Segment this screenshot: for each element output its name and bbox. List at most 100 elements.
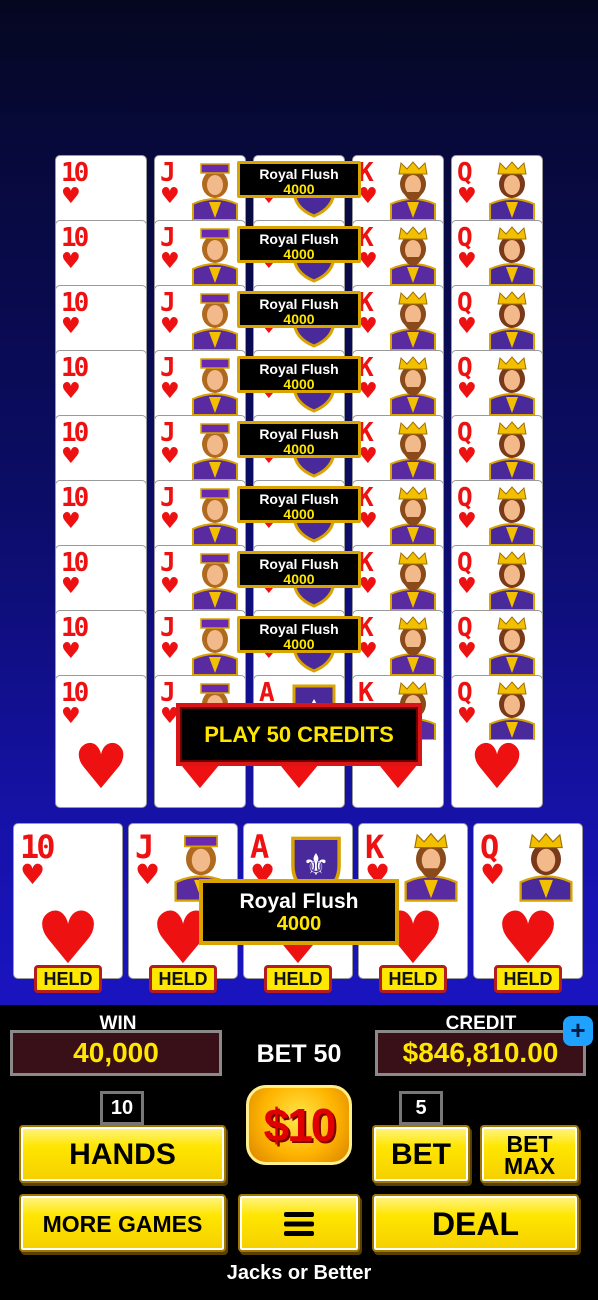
card-rank: 10 <box>61 613 89 643</box>
hand-result-payout: 4000 <box>283 636 315 652</box>
hands-count-badge: 10 <box>100 1091 144 1125</box>
hamburger-menu-icon <box>284 1212 314 1236</box>
card-rank: J <box>160 223 176 253</box>
hand-result-label: Royal Flush 4000 <box>237 616 361 653</box>
hand-9-card-5[interactable]: Q ♥ ♥ <box>451 675 543 808</box>
hand-result-label: Royal Flush 4000 <box>237 551 361 588</box>
card-suit-heart-icon: ♥ <box>61 639 81 664</box>
svg-text:⚜: ⚜ <box>303 848 330 883</box>
held-indicator[interactable]: HELD <box>379 965 447 993</box>
card-suit-heart-icon: ♥ <box>457 249 477 274</box>
game-name: Jacks or Better <box>226 1262 372 1284</box>
hand-result-payout: 4000 <box>283 311 315 327</box>
king-portrait <box>387 290 439 351</box>
queen-portrait <box>486 290 538 351</box>
card-rank: 10 <box>61 418 89 448</box>
hand-result-payout: 4000 <box>283 571 315 587</box>
bet-max-button[interactable]: BET MAX <box>482 1127 577 1181</box>
jack-portrait <box>189 550 241 611</box>
card-suit-heart-icon: ♥ <box>457 379 477 404</box>
add-credits-button[interactable]: + <box>563 1016 593 1046</box>
card-suit-heart-icon: ♥ <box>160 574 180 599</box>
card-rank: J <box>160 418 176 448</box>
card-suit-heart-icon: ♥ <box>61 574 81 599</box>
king-portrait <box>387 420 439 481</box>
card-suit-heart-icon: ♥ <box>61 509 81 534</box>
hand-9-card-1[interactable]: 10 ♥ ♥ <box>55 675 147 808</box>
held-indicator[interactable]: HELD <box>34 965 102 993</box>
hand-result-payout: 4000 <box>283 181 315 197</box>
bet-max-line2: MAX <box>503 1153 556 1179</box>
denomination-coin-button[interactable]: $10 <box>246 1085 352 1165</box>
bet-count-badge: 5 <box>399 1091 443 1125</box>
card-rank: Q <box>457 678 473 708</box>
card-suit-heart-icon: ♥ <box>61 444 81 469</box>
more-games-button[interactable]: MORE GAMES <box>21 1196 224 1250</box>
card-rank: J <box>160 483 176 513</box>
card-rank: Q <box>457 158 473 188</box>
king-portrait <box>387 485 439 546</box>
card-suit-heart-icon: ♥ <box>160 184 180 209</box>
card-rank: J <box>160 678 176 708</box>
jack-portrait <box>189 225 241 286</box>
card-suit-heart-icon: ♥ <box>457 184 477 209</box>
hand-result-label: Royal Flush 4000 <box>237 226 361 263</box>
deal-button[interactable]: DEAL <box>374 1196 577 1250</box>
main-hand-result-label: Royal Flush 4000 <box>199 879 399 945</box>
card-rank: Q <box>457 418 473 448</box>
jack-portrait <box>189 615 241 676</box>
card-rank: J <box>160 613 176 643</box>
hand-result-name: Royal Flush <box>259 426 339 442</box>
card-suit-heart-icon: ♥ <box>457 704 477 729</box>
card-rank: J <box>160 158 176 188</box>
card-center-heart-icon: ♥ <box>495 896 561 979</box>
king-portrait <box>387 225 439 286</box>
credit-meter: $846,810.00 <box>375 1030 586 1076</box>
hand-result-payout: 4000 <box>283 441 315 457</box>
hand-result-name: Royal Flush <box>259 361 339 377</box>
queen-portrait <box>486 225 538 286</box>
queen-portrait <box>486 615 538 676</box>
card-rank: Q <box>457 288 473 318</box>
menu-button[interactable] <box>240 1196 358 1250</box>
held-indicator[interactable]: HELD <box>494 965 562 993</box>
card-suit-heart-icon: ♥ <box>61 704 81 729</box>
win-meter: 40,000 <box>10 1030 222 1076</box>
card-center-heart-icon: ♥ <box>73 730 129 803</box>
hand-result-name: Royal Flush <box>259 231 339 247</box>
card-suit-heart-icon: ♥ <box>457 509 477 534</box>
main-card-1[interactable]: 10 ♥ ♥ <box>13 823 123 979</box>
card-rank: 10 <box>61 158 89 188</box>
king-portrait <box>387 355 439 416</box>
card-rank: 10 <box>61 678 89 708</box>
card-rank: Q <box>457 613 473 643</box>
main-card-5[interactable]: Q ♥ ♥ <box>473 823 583 979</box>
card-suit-heart-icon: ♥ <box>457 444 477 469</box>
jack-portrait <box>189 485 241 546</box>
card-suit-heart-icon: ♥ <box>61 379 81 404</box>
queen-portrait <box>516 830 576 902</box>
main-result-name: Royal Flush <box>239 890 359 913</box>
hand-result-payout: 4000 <box>283 506 315 522</box>
bet-button[interactable]: BET <box>374 1127 468 1181</box>
hands-button[interactable]: HANDS <box>21 1127 224 1181</box>
card-suit-heart-icon: ♥ <box>160 379 180 404</box>
held-indicator[interactable]: HELD <box>264 965 332 993</box>
card-rank: 10 <box>61 353 89 383</box>
play-credits-banner[interactable]: PLAY 50 CREDITS <box>176 703 422 766</box>
card-suit-heart-icon: ♥ <box>20 858 46 891</box>
hand-result-name: Royal Flush <box>259 166 339 182</box>
king-portrait <box>387 550 439 611</box>
held-indicator[interactable]: HELD <box>149 965 217 993</box>
card-suit-heart-icon: ♥ <box>457 639 477 664</box>
hand-result-label: Royal Flush 4000 <box>237 291 361 328</box>
card-suit-heart-icon: ♥ <box>135 858 161 891</box>
hand-result-name: Royal Flush <box>259 296 339 312</box>
card-rank: J <box>160 353 176 383</box>
card-rank: 10 <box>61 548 89 578</box>
jack-portrait <box>189 290 241 351</box>
card-rank: J <box>160 548 176 578</box>
queen-portrait <box>486 160 538 221</box>
bet-max-line1: BET <box>506 1131 553 1157</box>
card-suit-heart-icon: ♥ <box>480 858 506 891</box>
